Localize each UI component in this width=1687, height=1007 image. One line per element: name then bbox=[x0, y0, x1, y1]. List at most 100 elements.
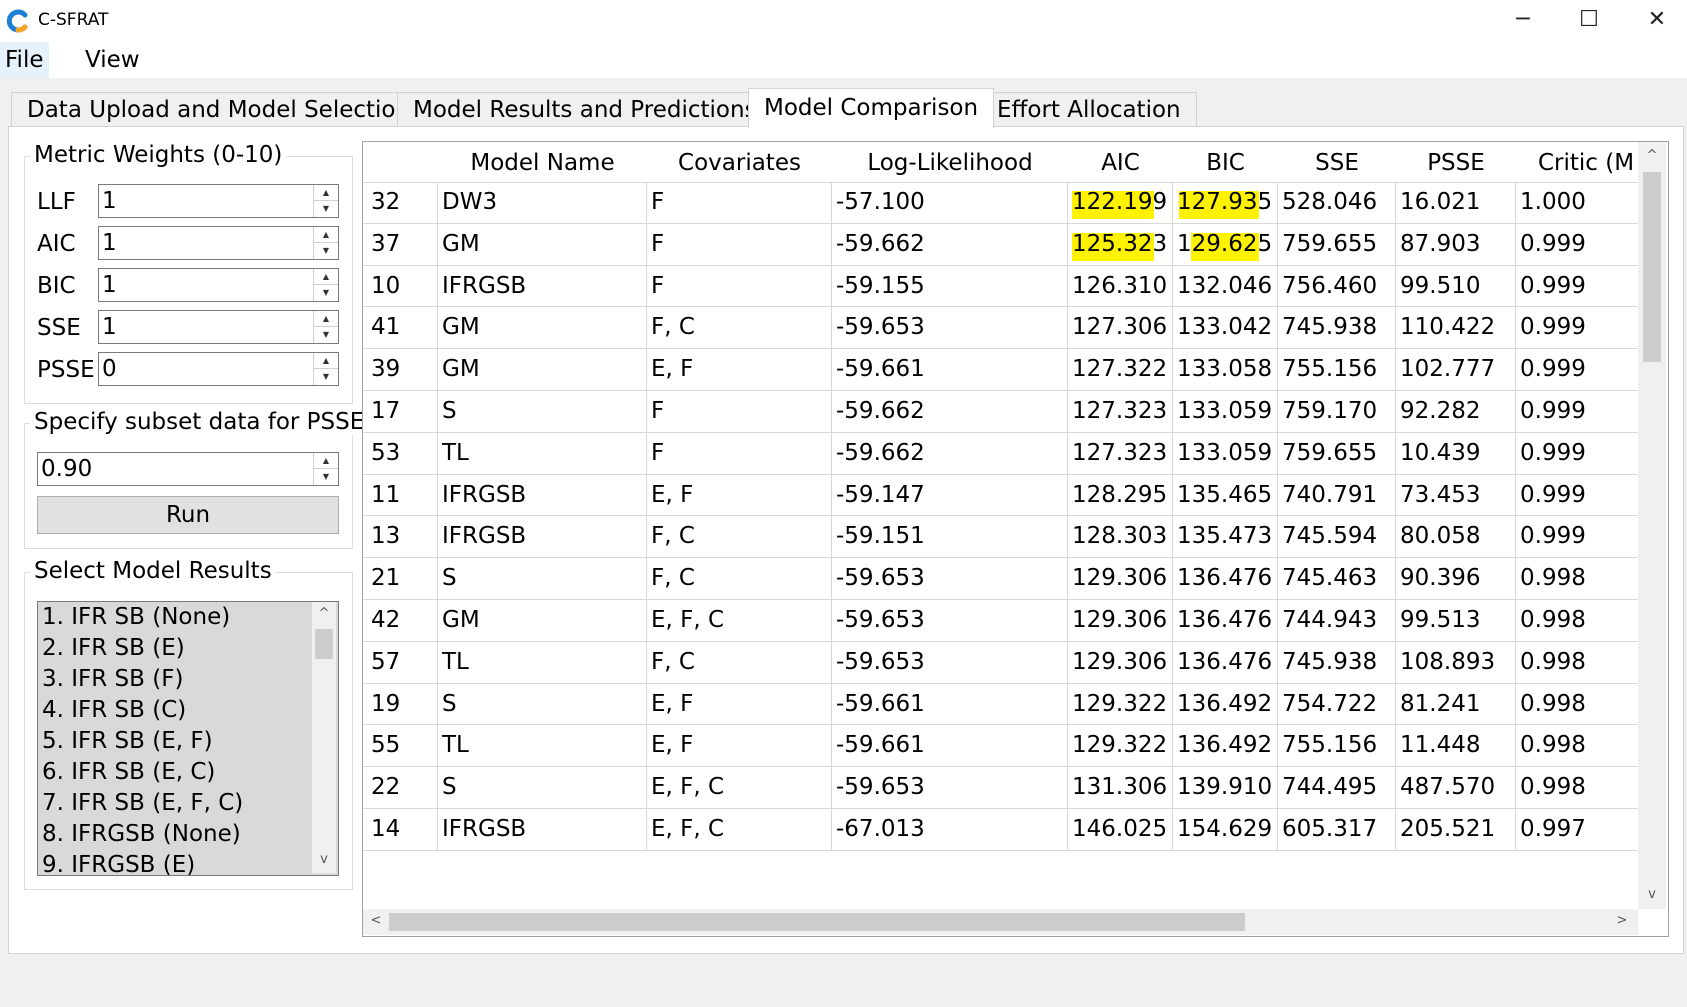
scroll-left-icon[interactable]: < bbox=[369, 913, 383, 928]
cell-model-name: TL bbox=[438, 641, 647, 684]
cell-log-likelihood: -59.147 bbox=[832, 474, 1068, 517]
scroll-down-icon[interactable]: v bbox=[312, 852, 336, 867]
spin-down-icon[interactable]: ▼ bbox=[314, 469, 338, 484]
spin-up-icon[interactable]: ▲ bbox=[314, 185, 338, 201]
cell-row-number[interactable]: 32 bbox=[363, 182, 438, 224]
maximize-button[interactable]: ☐ bbox=[1560, 0, 1618, 42]
table-hscroll-thumb[interactable] bbox=[389, 913, 1245, 931]
tab-model-comparison[interactable]: Model Comparison bbox=[748, 88, 995, 128]
cell-row-number[interactable]: 14 bbox=[363, 809, 438, 851]
cell-row-number[interactable]: 19 bbox=[363, 683, 438, 726]
cell-text: F bbox=[651, 272, 665, 299]
model-results-list[interactable]: 1. IFR SB (None) 2. IFR SB (E) 3. IFR SB… bbox=[37, 601, 339, 876]
psse-subset-spinbox[interactable]: 0.90 ▲ ▼ bbox=[37, 452, 339, 486]
tab-effort-allocation[interactable]: Effort Allocation bbox=[981, 92, 1197, 127]
cell-text: 487.570 bbox=[1400, 774, 1496, 801]
aic-weight-value: 1 bbox=[102, 230, 117, 256]
list-item[interactable]: 2. IFR SB (E) bbox=[42, 635, 185, 661]
bic-weight-spinbox[interactable]: 1 ▲ ▼ bbox=[98, 268, 339, 302]
scroll-right-icon[interactable]: > bbox=[1615, 913, 1629, 928]
minimize-button[interactable]: ─ bbox=[1494, 0, 1552, 42]
list-item[interactable]: 3. IFR SB (F) bbox=[42, 666, 183, 692]
spin-down-icon[interactable]: ▼ bbox=[314, 369, 338, 384]
psse-spin-buttons[interactable]: ▲ ▼ bbox=[313, 353, 338, 385]
cell-text: 87.903 bbox=[1400, 230, 1481, 257]
list-item[interactable]: 7. IFR SB (E, F, C) bbox=[42, 790, 243, 816]
cell-sse: 745.594 bbox=[1278, 516, 1396, 559]
spin-up-icon[interactable]: ▲ bbox=[314, 311, 338, 327]
scroll-up-icon[interactable]: ^ bbox=[1638, 148, 1666, 163]
tab-data-upload[interactable]: Data Upload and Model Selection bbox=[11, 92, 427, 127]
psse-subset-spin-buttons[interactable]: ▲ ▼ bbox=[313, 453, 338, 485]
list-item[interactable]: 4. IFR SB (C) bbox=[42, 697, 186, 723]
menu-view[interactable]: View bbox=[80, 42, 145, 78]
list-scrollbar[interactable]: ^ v bbox=[312, 602, 336, 873]
spin-up-icon[interactable]: ▲ bbox=[314, 227, 338, 243]
sse-spin-buttons[interactable]: ▲ ▼ bbox=[313, 311, 338, 343]
spin-down-icon[interactable]: ▼ bbox=[314, 327, 338, 342]
cell-row-number[interactable]: 13 bbox=[363, 516, 438, 559]
column-header-model-name[interactable]: Model Name bbox=[438, 142, 648, 183]
list-item[interactable]: 8. IFRGSB (None) bbox=[42, 821, 241, 847]
cell-row-number[interactable]: 11 bbox=[363, 474, 438, 517]
cell-row-number[interactable]: 37 bbox=[363, 223, 438, 266]
list-item[interactable]: 5. IFR SB (E, F) bbox=[42, 728, 213, 754]
column-header-psse[interactable]: PSSE bbox=[1396, 142, 1517, 183]
run-button[interactable]: Run bbox=[37, 496, 339, 534]
menu-file[interactable]: File bbox=[0, 42, 49, 78]
spin-down-icon[interactable]: ▼ bbox=[314, 243, 338, 258]
cell-psse: 99.513 bbox=[1396, 600, 1516, 642]
table-vertical-scrollbar[interactable]: ^ v bbox=[1638, 142, 1666, 909]
list-item[interactable]: 6. IFR SB (E, C) bbox=[42, 759, 215, 785]
spin-down-icon[interactable]: ▼ bbox=[314, 285, 338, 300]
scroll-down-icon[interactable]: v bbox=[1638, 887, 1666, 902]
cell-row-number[interactable]: 39 bbox=[363, 349, 438, 391]
cell-row-number[interactable]: 55 bbox=[363, 725, 438, 768]
cell-text: E, F, C bbox=[651, 816, 725, 842]
close-button[interactable]: ✕ bbox=[1628, 0, 1686, 42]
aic-weight-spinbox[interactable]: 1 ▲ ▼ bbox=[98, 226, 339, 260]
cell-critic: 0.998 bbox=[1516, 725, 1656, 768]
cell-row-number[interactable]: 17 bbox=[363, 391, 438, 433]
list-scroll-thumb[interactable] bbox=[315, 629, 333, 659]
table-vscroll-thumb[interactable] bbox=[1643, 172, 1661, 362]
spin-up-icon[interactable]: ▲ bbox=[314, 353, 338, 369]
cell-psse: 99.510 bbox=[1396, 265, 1516, 308]
column-header-row-number[interactable] bbox=[363, 142, 439, 183]
list-item[interactable]: 9. IFRGSB (E) bbox=[42, 852, 195, 875]
column-header-log-likelihood[interactable]: Log-Likelihood bbox=[832, 142, 1069, 183]
bic-spin-buttons[interactable]: ▲ ▼ bbox=[313, 269, 338, 301]
spin-up-icon[interactable]: ▲ bbox=[314, 453, 338, 469]
sse-weight-spinbox[interactable]: 1 ▲ ▼ bbox=[98, 310, 339, 344]
llf-weight-spinbox[interactable]: 1 ▲ ▼ bbox=[98, 184, 339, 218]
spin-down-icon[interactable]: ▼ bbox=[314, 201, 338, 216]
title-bar: C-SFRAT ─ ☐ ✕ bbox=[0, 0, 1687, 42]
column-header-sse[interactable]: SSE bbox=[1278, 142, 1397, 183]
column-header-critic[interactable]: Critic (M bbox=[1516, 142, 1657, 183]
cell-row-number[interactable]: 10 bbox=[363, 265, 438, 308]
cell-row-number[interactable]: 41 bbox=[363, 307, 438, 350]
llf-spin-buttons[interactable]: ▲ ▼ bbox=[313, 185, 338, 217]
cell-text: 528.046 bbox=[1282, 189, 1378, 215]
cell-bic: 135.465 bbox=[1173, 474, 1278, 517]
cell-row-number[interactable]: 53 bbox=[363, 432, 438, 475]
psse-weight-spinbox[interactable]: 0 ▲ ▼ bbox=[98, 352, 339, 386]
tab-model-results[interactable]: Model Results and Predictions bbox=[397, 92, 773, 127]
list-item[interactable]: 1. IFR SB (None) bbox=[42, 604, 230, 630]
column-header-bic[interactable]: BIC bbox=[1173, 142, 1279, 183]
spin-up-icon[interactable]: ▲ bbox=[314, 269, 338, 285]
cell-row-number[interactable]: 22 bbox=[363, 767, 438, 809]
aic-spin-buttons[interactable]: ▲ ▼ bbox=[313, 227, 338, 259]
table-horizontal-scrollbar[interactable]: < > bbox=[363, 909, 1638, 935]
cell-text: -59.653 bbox=[836, 565, 925, 592]
cell-text: -59.653 bbox=[836, 648, 925, 675]
bic-weight-value: 1 bbox=[102, 272, 117, 298]
scroll-up-icon[interactable]: ^ bbox=[312, 606, 336, 621]
cell-critic: 0.998 bbox=[1516, 600, 1656, 642]
column-header-covariates[interactable]: Covariates bbox=[647, 142, 833, 183]
cell-text: F bbox=[651, 439, 665, 466]
cell-text: F, C bbox=[651, 565, 695, 592]
cell-row-number[interactable]: 42 bbox=[363, 600, 438, 642]
cell-row-number[interactable]: 21 bbox=[363, 558, 438, 600]
cell-row-number[interactable]: 57 bbox=[363, 641, 438, 684]
